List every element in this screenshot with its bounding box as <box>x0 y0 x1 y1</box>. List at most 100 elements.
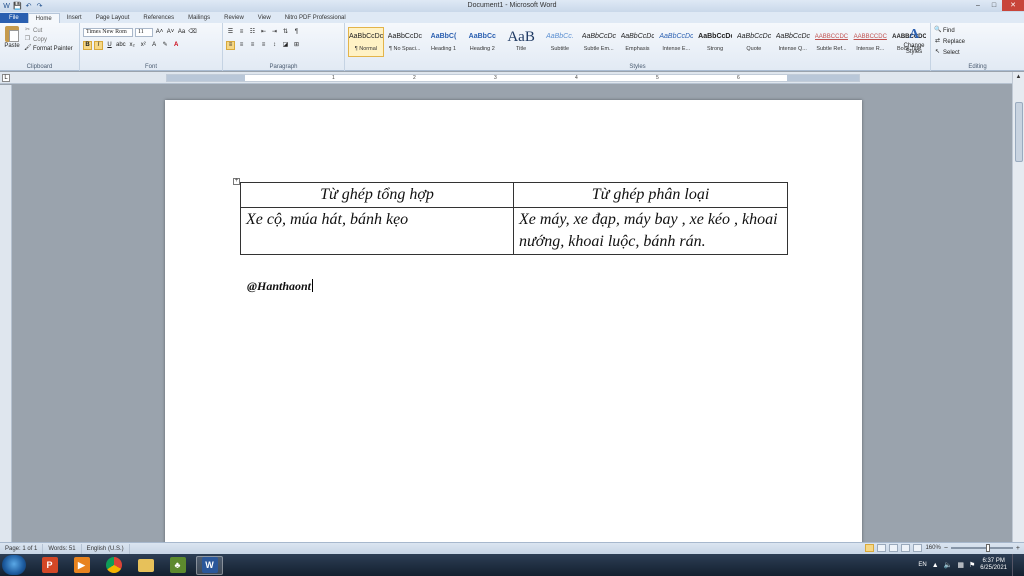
full-screen-view-button[interactable] <box>877 544 887 552</box>
borders-icon[interactable]: ⊞ <box>292 41 301 50</box>
taskbar-file-explorer[interactable] <box>132 556 159 575</box>
show-desktop-button[interactable] <box>1012 554 1020 576</box>
multilevel-list-icon[interactable]: ☷ <box>248 28 257 37</box>
document-page[interactable]: + Từ ghép tổng hợp Từ ghép phân loại Xe … <box>165 100 862 542</box>
style-tile[interactable]: AaBbCc. Subtitle <box>542 27 578 57</box>
taskbar-word[interactable]: W <box>196 555 223 575</box>
cut-button[interactable]: ✂ Cut <box>24 26 73 35</box>
zoom-level[interactable]: 160% <box>925 545 940 551</box>
taskbar-powerpoint[interactable]: P <box>36 556 63 575</box>
style-tile[interactable]: AaBbCcDc Subtle Em... <box>581 27 617 57</box>
scroll-thumb[interactable] <box>1015 102 1023 162</box>
pilcrow-icon[interactable]: ¶ <box>292 28 301 37</box>
font-size-select[interactable]: 11 <box>135 28 153 37</box>
tab-nitro-pdf[interactable]: Nitro PDF Professional <box>278 13 353 23</box>
style-tile[interactable]: AaBbC(Heading 1 <box>426 27 462 57</box>
web-layout-view-button[interactable] <box>889 544 899 552</box>
table-header-cell[interactable]: Từ ghép phân loại <box>513 182 788 208</box>
start-button[interactable] <box>2 555 26 575</box>
scroll-up-icon[interactable]: ▲ <box>1013 72 1024 82</box>
tab-references[interactable]: References <box>136 13 181 23</box>
text-effects-icon[interactable]: A <box>150 41 159 50</box>
shading-icon[interactable]: ◪ <box>281 41 290 50</box>
style-tile[interactable]: AaBbCcDc ¶ Normal <box>348 27 384 57</box>
strikethrough-button[interactable]: abc <box>116 41 126 50</box>
document-table[interactable]: Từ ghép tổng hợp Từ ghép phân loại Xe cộ… <box>240 182 788 255</box>
style-tile[interactable]: AABBCCDC Subtle Ref... <box>814 27 850 57</box>
taskbar-chrome[interactable] <box>100 556 127 575</box>
vertical-scrollbar[interactable]: ▲ <box>1012 72 1024 542</box>
align-right-icon[interactable]: ≡ <box>248 41 257 50</box>
format-painter-button[interactable]: 🖌 Format Painter <box>24 44 73 53</box>
table-move-handle[interactable]: + <box>233 178 240 185</box>
tab-page-layout[interactable]: Page Layout <box>89 13 137 23</box>
signature-text[interactable]: @Hanthaont <box>247 279 314 294</box>
outline-view-button[interactable] <box>901 544 911 552</box>
zoom-slider[interactable] <box>950 544 1013 552</box>
font-color-icon[interactable]: A <box>172 41 181 50</box>
superscript-button[interactable]: x² <box>139 41 148 50</box>
close-button[interactable]: ✕ <box>1002 0 1024 11</box>
zoom-slider-knob[interactable] <box>985 544 990 552</box>
tray-arrow-icon[interactable]: ▲ <box>932 562 939 569</box>
style-tile[interactable]: AABBCCDC Intense R... <box>852 27 888 57</box>
underline-button[interactable]: U <box>105 41 114 50</box>
replace-button[interactable]: ⇄ Replace <box>934 36 1021 47</box>
tab-review[interactable]: Review <box>217 13 251 23</box>
style-tile[interactable]: AaBbCcDc Strong <box>697 27 733 57</box>
volume-icon[interactable]: 🔈 <box>944 561 953 569</box>
flag-icon[interactable]: ⚑ <box>969 561 975 569</box>
sort-icon[interactable]: ⇅ <box>281 28 290 37</box>
font-name-select[interactable]: Times New Rom <box>83 28 133 37</box>
tab-selector[interactable]: L <box>2 74 10 82</box>
tab-file[interactable]: File <box>0 13 28 23</box>
select-button[interactable]: ↖ Select <box>934 47 1021 58</box>
increase-indent-icon[interactable]: ⇥ <box>270 28 279 37</box>
page-count[interactable]: Page: 1 of 1 <box>0 543 44 554</box>
zoom-in-button[interactable]: + <box>1016 545 1020 552</box>
bold-button[interactable]: B <box>83 41 92 50</box>
style-tile[interactable]: AaBbCcDc Intense Q... <box>775 27 811 57</box>
find-button[interactable]: 🔍 Find <box>934 25 1021 36</box>
copy-button[interactable]: ❐ Copy <box>24 35 73 44</box>
numbering-icon[interactable]: ≡ <box>237 28 246 37</box>
tab-home[interactable]: Home <box>27 13 60 23</box>
bullets-icon[interactable]: ☰ <box>226 28 235 37</box>
grow-font-button[interactable]: A˄ <box>155 28 164 37</box>
tab-insert[interactable]: Insert <box>60 13 89 23</box>
draft-view-button[interactable] <box>913 544 923 552</box>
align-center-icon[interactable]: ≡ <box>237 41 246 50</box>
network-icon[interactable]: ▦ <box>957 561 964 569</box>
style-tile[interactable]: AaBbCc Heading 2 <box>464 27 500 57</box>
tab-mailings[interactable]: Mailings <box>181 13 217 23</box>
taskbar-media-player[interactable]: ▶ <box>68 556 95 575</box>
italic-button[interactable]: I <box>94 41 103 50</box>
style-tile[interactable]: AaB Title <box>503 27 539 57</box>
table-cell[interactable]: Xe máy, xe đạp, máy bay , xe kéo , khoai… <box>513 207 788 255</box>
style-tile[interactable]: AaBbCcDc Emphasis <box>620 27 656 57</box>
input-language[interactable]: EN <box>918 562 926 568</box>
minimize-button[interactable]: – <box>970 0 986 11</box>
print-layout-view-button[interactable] <box>865 544 875 552</box>
tab-view[interactable]: View <box>251 13 278 23</box>
justify-icon[interactable]: ≡ <box>259 41 268 50</box>
decrease-indent-icon[interactable]: ⇤ <box>259 28 268 37</box>
highlight-icon[interactable]: ✎ <box>161 41 170 50</box>
clear-format-icon[interactable]: ⌫ <box>188 28 197 37</box>
change-styles-button[interactable]: A Change Styles <box>902 27 926 55</box>
style-tile[interactable]: AaBbCcDc Quote <box>736 27 772 57</box>
clock[interactable]: 6:37 PM 6/25/2021 <box>980 558 1007 572</box>
maximize-button[interactable]: □ <box>986 0 1002 11</box>
taskbar-game[interactable]: ♣ <box>164 556 191 575</box>
align-left-icon[interactable]: ≡ <box>226 41 235 50</box>
language-indicator[interactable]: English (U.S.) <box>82 543 130 554</box>
subscript-button[interactable]: x₂ <box>128 41 137 50</box>
shrink-font-button[interactable]: A˅ <box>166 28 175 37</box>
line-spacing-icon[interactable]: ↕ <box>270 41 279 50</box>
style-tile[interactable]: AaBbCcDc Intense E... <box>658 27 694 57</box>
table-header-cell[interactable]: Từ ghép tổng hợp <box>240 182 514 208</box>
ruler-strip[interactable]: 1 2 3 4 5 6 <box>166 74 860 82</box>
paste-button[interactable]: Paste <box>3 26 21 49</box>
table-cell[interactable]: Xe cộ, múa hát, bánh kẹo <box>240 207 514 255</box>
change-case-button[interactable]: Aa <box>177 28 186 37</box>
